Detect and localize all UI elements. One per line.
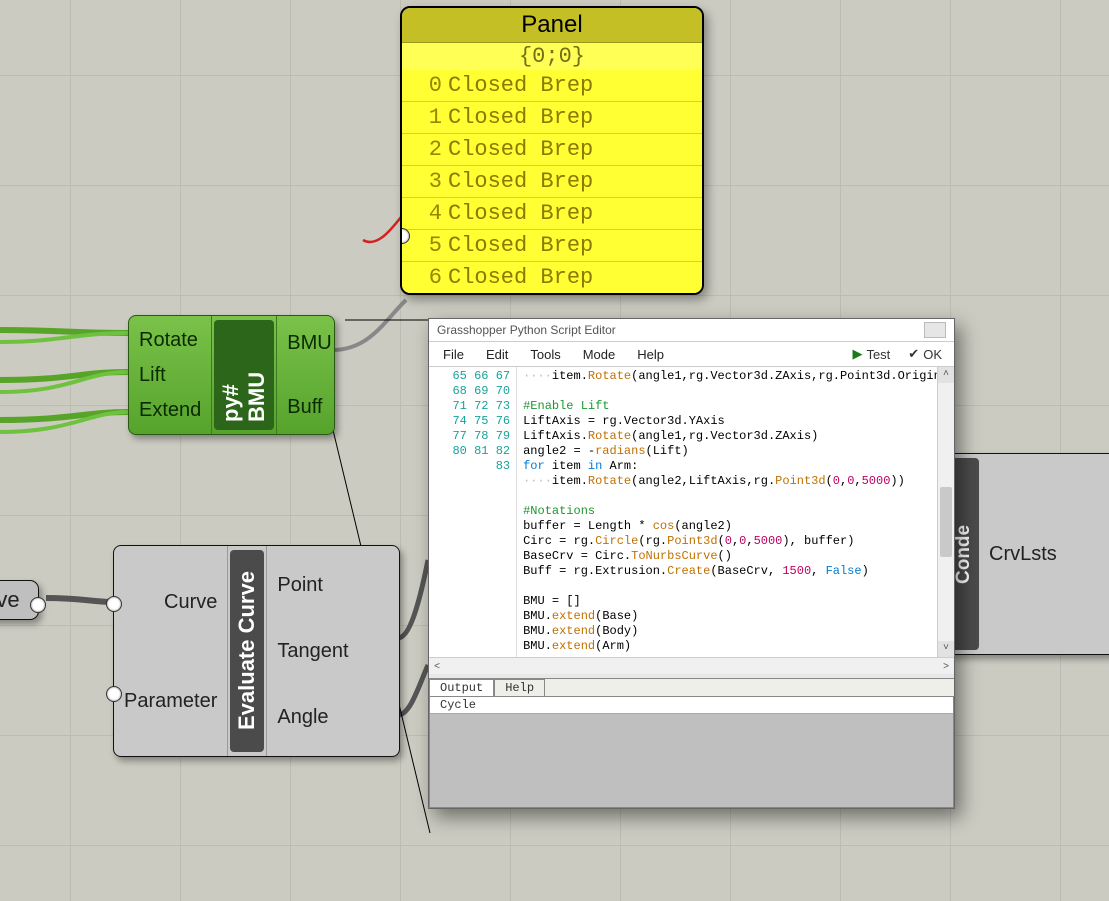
output-line: Cycle [430, 697, 953, 714]
panel-row-index: 2 [402, 134, 448, 165]
menu-tools[interactable]: Tools [520, 345, 570, 364]
panel-row-value: Closed Brep [448, 70, 593, 101]
tab-output[interactable]: Output [429, 679, 494, 696]
code-area[interactable]: 65 66 67 68 69 70 71 72 73 74 75 76 77 7… [429, 367, 954, 657]
panel-row-index: 0 [402, 70, 448, 101]
grip-curve-in[interactable] [106, 596, 122, 612]
menu-file[interactable]: File [433, 345, 474, 364]
panel-row: 6Closed Brep [402, 261, 702, 293]
scroll-up-icon[interactable]: ˄ [938, 367, 954, 383]
panel-row-value: Closed Brep [448, 230, 593, 261]
panel-row-value: Closed Brep [448, 198, 593, 229]
scroll-left-icon[interactable]: ˂ [429, 661, 445, 672]
panel-row: 4Closed Brep [402, 197, 702, 229]
python-bmu-component[interactable]: Rotate Lift Extend py# BMU BMU Buff [128, 315, 335, 435]
panel-row-index: 4 [402, 198, 448, 229]
output-blank [281, 369, 337, 381]
output-crvlsts[interactable]: CrvLsts [979, 454, 1067, 654]
python-bmu-nickname: py# BMU [214, 320, 274, 430]
panel-row-index: 1 [402, 102, 448, 133]
panel-rows: 0Closed Brep1Closed Brep2Closed Brep3Clo… [402, 70, 702, 293]
output-angle[interactable]: Angle [271, 700, 354, 734]
input-lift[interactable]: Lift [133, 358, 207, 392]
panel-row: 3Closed Brep [402, 165, 702, 197]
editor-title: Grasshopper Python Script Editor [437, 323, 616, 337]
input-extend[interactable]: Extend [133, 393, 207, 427]
ok-button[interactable]: ✔ OK [900, 344, 950, 364]
output-pane: Output Help Cycle [429, 678, 954, 808]
crvlsts-component[interactable]: Conde CrvLsts [945, 453, 1109, 655]
horizontal-scrollbar[interactable]: ˂ ˃ [429, 657, 954, 674]
window-close-button[interactable] [924, 322, 946, 338]
editor-titlebar[interactable]: Grasshopper Python Script Editor [429, 319, 954, 342]
python-editor-window[interactable]: Grasshopper Python Script Editor File Ed… [428, 318, 955, 809]
ok-label: OK [923, 347, 942, 362]
panel-row: 2Closed Brep [402, 133, 702, 165]
test-button[interactable]: ▶ Test [844, 344, 898, 364]
menu-edit[interactable]: Edit [476, 345, 518, 364]
check-icon: ✔ [908, 346, 919, 362]
panel-row: 0Closed Brep [402, 70, 702, 101]
test-label: Test [866, 347, 890, 362]
panel-row-index: 6 [402, 262, 448, 293]
panel-component[interactable]: Panel {0;0} 0Closed Brep1Closed Brep2Clo… [400, 6, 704, 295]
evaluate-curve-outputs: Point Tangent Angle [266, 546, 358, 756]
scroll-thumb[interactable] [940, 487, 952, 557]
line-gutter: 65 66 67 68 69 70 71 72 73 74 75 76 77 7… [429, 367, 517, 657]
output-body[interactable]: Cycle [429, 696, 954, 808]
scroll-down-icon[interactable]: ˅ [938, 641, 954, 657]
evaluate-curve-component[interactable]: Curve Parameter Evaluate Curve Point Tan… [113, 545, 400, 757]
curve-param-output-grip[interactable] [30, 597, 46, 613]
menu-mode[interactable]: Mode [573, 345, 626, 364]
scroll-right-icon[interactable]: ˃ [938, 661, 954, 672]
output-tangent[interactable]: Tangent [271, 634, 354, 668]
panel-row: 5Closed Brep [402, 229, 702, 261]
panel-row-index: 3 [402, 166, 448, 197]
panel-row-value: Closed Brep [448, 102, 593, 133]
panel-path: {0;0} [402, 43, 702, 70]
code-source[interactable]: ····item.Rotate(angle1,rg.Vector3d.ZAxis… [517, 367, 954, 657]
tab-help[interactable]: Help [494, 679, 545, 696]
output-tabs: Output Help [429, 679, 954, 696]
input-parameter[interactable]: Parameter [118, 684, 223, 718]
panel-row-value: Closed Brep [448, 134, 593, 165]
curve-param-label: rve [0, 587, 20, 612]
panel-title: Panel [402, 8, 702, 43]
python-bmu-outputs: BMU Buff [276, 316, 341, 434]
curve-param[interactable]: rve [0, 580, 39, 620]
output-point[interactable]: Point [271, 568, 354, 602]
menu-help[interactable]: Help [627, 345, 674, 364]
grip-param-in[interactable] [106, 686, 122, 702]
panel-row-value: Closed Brep [448, 262, 593, 293]
play-icon: ▶ [852, 346, 862, 362]
evaluate-curve-nickname: Evaluate Curve [230, 550, 264, 752]
output-buff[interactable]: Buff [281, 390, 337, 424]
python-bmu-inputs: Rotate Lift Extend [129, 316, 212, 434]
panel-row-value: Closed Brep [448, 166, 593, 197]
evaluate-curve-inputs: Curve Parameter [114, 546, 228, 756]
input-rotate[interactable]: Rotate [133, 323, 207, 357]
editor-menubar: File Edit Tools Mode Help ▶ Test ✔ OK [429, 342, 954, 367]
input-curve[interactable]: Curve [118, 585, 223, 619]
vertical-scrollbar[interactable]: ˄ ˅ [937, 367, 954, 657]
output-bmu[interactable]: BMU [281, 326, 337, 360]
panel-row: 1Closed Brep [402, 101, 702, 133]
